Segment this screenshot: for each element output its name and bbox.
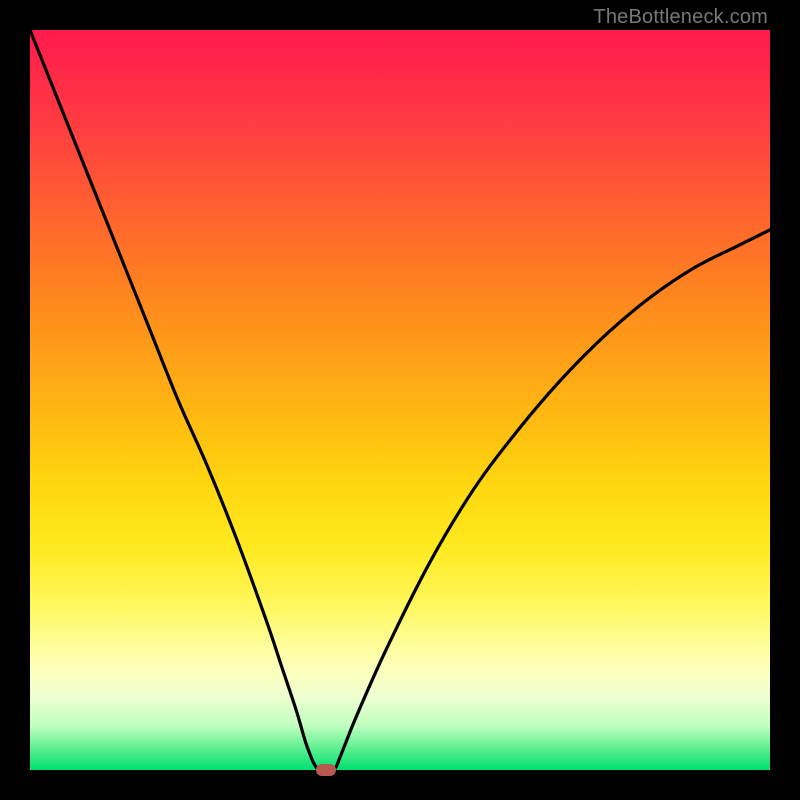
bottleneck-curve [30,30,770,770]
chart-frame: TheBottleneck.com [0,0,800,800]
watermark-label: TheBottleneck.com [593,6,768,29]
minimum-marker [316,764,336,776]
plot-area [30,30,770,770]
